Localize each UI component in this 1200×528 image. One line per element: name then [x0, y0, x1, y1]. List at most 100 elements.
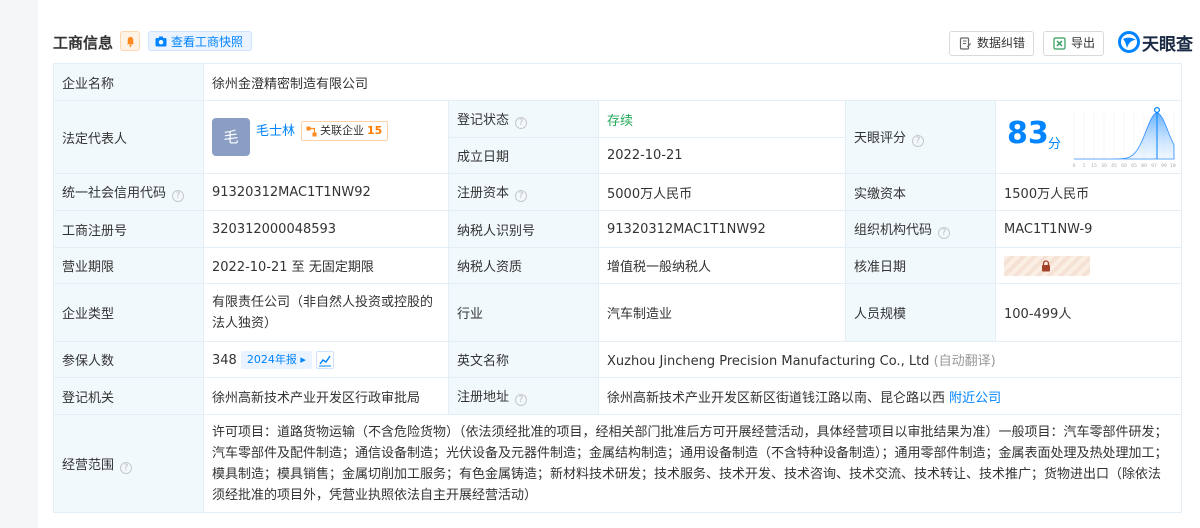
company-name-label: 企业名称 [53, 63, 204, 101]
camera-icon [155, 36, 167, 47]
credit-code-label: 统一社会信用代码 [62, 186, 167, 201]
excel-icon [1053, 37, 1066, 50]
related-companies-label: 关联企业 [320, 124, 365, 137]
rating-label-cell: 天眼评分? [845, 100, 996, 174]
table-row: 参保人数 348 2024年报 ▸ 英文名称 Xuzhou Jincheng Pr… [53, 341, 1183, 378]
auto-translate-note: (自动翻译) [933, 354, 996, 369]
tianyancha-logo: 天眼查 [1118, 30, 1193, 55]
reg-capital-value: 5000万人民币 [598, 173, 846, 211]
legal-rep-name-link[interactable]: 毛士林 [256, 124, 295, 139]
authority-value: 徐州高新技术产业开发区行政审批局 [203, 377, 449, 415]
scope-label: 经营范围 [62, 457, 115, 473]
related-companies-count: 15 [367, 124, 383, 137]
chart-tick-label: 80 [1141, 163, 1147, 169]
industry-value: 汽车制造业 [598, 283, 846, 342]
data-correction-button[interactable]: 数据纠错 [949, 31, 1035, 56]
insured-cell: 348 2024年报 ▸ [203, 341, 449, 378]
nearby-companies-link[interactable]: 附近公司 [949, 391, 1001, 406]
paid-capital-label: 实缴资本 [845, 173, 996, 211]
insured-value: 348 [212, 352, 237, 368]
reg-capital-label-cell: 注册资本? [448, 173, 599, 211]
english-name-value: Xuzhou Jincheng Precision Manufacturing … [607, 354, 930, 369]
legal-rep-label: 法定代表人 [53, 100, 204, 174]
chart-tick-label: 0 [1073, 163, 1076, 169]
taxpayer-qual-label: 纳税人资质 [448, 247, 599, 284]
help-icon[interactable]: ? [912, 135, 925, 147]
table-row: 法定代表人 毛毛士林 关联企业 15 登记状态? 存续 天眼评分? 83 分 011… [53, 100, 1183, 174]
authority-label: 登记机关 [53, 377, 204, 415]
help-icon[interactable]: ? [515, 394, 528, 406]
credit-code-value: 91320312MAC1T1NW92 [203, 173, 449, 211]
rating-distribution-chart: 0 1 15 30 45 60 65 80 97 99100 [1073, 107, 1176, 169]
reg-number-label: 工商注册号 [53, 210, 204, 248]
help-icon[interactable]: ? [120, 461, 133, 474]
annual-report-label: 2024年报 [246, 352, 297, 366]
table-row: 经营范围? 许可项目：道路货物运输（不含危险货物）（依法须经批准的项目，经相关部… [53, 414, 1183, 513]
annual-report-badge[interactable]: 2024年报 ▸ [240, 350, 312, 369]
help-icon[interactable]: ? [172, 190, 185, 202]
trend-chart-icon[interactable] [315, 350, 334, 369]
chart-tick-label: 100 [1170, 163, 1176, 169]
table-row: 营业期限 2022-10-21 至 无固定期限 纳税人资质 增值税一般纳税人 核… [53, 247, 1183, 284]
chart-tick-label: 30 [1101, 163, 1107, 169]
reg-status-label-cell: 登记状态? [448, 100, 599, 138]
chart-tick-label: 15 [1091, 163, 1097, 169]
section-header: 工商信息 查看工商快照 数据纠错 导出 天眼查 [38, 24, 1200, 58]
reg-status-value: 存续 [598, 100, 846, 138]
bell-icon[interactable] [120, 31, 140, 51]
staff-size-value: 100-499人 [994, 283, 1183, 342]
score-marker-dot [1154, 107, 1160, 113]
english-name-cell: Xuzhou Jincheng Precision Manufacturing … [597, 341, 1183, 378]
data-correction-label: 数据纠错 [977, 36, 1026, 50]
view-snapshot-label: 查看工商快照 [171, 35, 244, 49]
help-icon[interactable]: ? [938, 227, 951, 239]
export-button[interactable]: 导出 [1043, 31, 1105, 56]
chart-tick-label: 99 [1161, 163, 1167, 169]
help-icon[interactable]: ? [515, 190, 528, 202]
address-value: 徐州高新技术产业开发区新区街道钱江路以南、昆仑路以西 [607, 390, 946, 406]
approve-date-cell [994, 247, 1183, 284]
chart-tick-label: 60 [1121, 163, 1127, 169]
avatar[interactable]: 毛 [212, 118, 250, 156]
document-edit-icon [959, 37, 972, 50]
chart-tick-label: 65 [1131, 163, 1137, 169]
scope-label-cell: 经营范围? [53, 414, 204, 513]
address-label-cell: 注册地址? [448, 377, 599, 415]
term-value: 2022-10-21 至 无固定期限 [203, 247, 449, 284]
company-name-value: 徐州金澄精密制造有限公司 [202, 63, 1183, 101]
company-type-label: 企业类型 [53, 283, 204, 342]
approve-date-label: 核准日期 [845, 247, 996, 284]
section-title: 工商信息 [53, 34, 114, 52]
network-icon [306, 126, 317, 137]
business-info-table: 企业名称 徐州金澄精密制造有限公司 法定代表人 毛毛士林 关联企业 15 登记状态?… [53, 63, 1183, 513]
legal-rep-cell: 毛毛士林 关联企业 15 [203, 100, 449, 174]
org-code-value: MAC1T1NW-9 [994, 210, 1183, 248]
reg-capital-label: 注册资本 [457, 186, 510, 201]
credit-code-label-cell: 统一社会信用代码? [53, 173, 204, 211]
related-companies-badge[interactable]: 关联企业 15 [301, 121, 389, 141]
company-type-value: 有限责任公司（非自然人投资或控股的法人独资） [203, 283, 449, 342]
export-label: 导出 [1071, 36, 1096, 50]
logo-text: 天眼查 [1142, 34, 1193, 55]
table-row: 企业类型 有限责任公司（非自然人投资或控股的法人独资） 行业 汽车制造业 人员规… [53, 283, 1183, 342]
chart-tick-label: 45 [1111, 163, 1117, 169]
reg-number-value: 320312000048593 [203, 210, 449, 248]
table-row: 企业名称 徐州金澄精密制造有限公司 [53, 63, 1183, 101]
found-date-label: 成立日期 [448, 137, 599, 174]
found-date-value: 2022-10-21 [598, 137, 846, 174]
taxpayer-id-label: 纳税人识别号 [448, 210, 599, 248]
rating-label: 天眼评分 [854, 131, 907, 146]
chart-tick-label: 1 [1083, 163, 1086, 169]
rating-cell: 83 分 0 1 15 30 45 60 65 80 97 99100 [994, 100, 1183, 174]
view-snapshot-button[interactable]: 查看工商快照 [148, 31, 253, 51]
business-info-panel: 工商信息 查看工商快照 数据纠错 导出 天眼查 企业名称 徐州金澄精密制造有限公… [38, 0, 1200, 528]
staff-size-label: 人员规模 [845, 283, 996, 342]
table-row: 工商注册号 320312000048593 纳税人识别号 91320312MAC… [53, 210, 1183, 248]
logo-icon [1118, 31, 1140, 53]
rating-score: 83 [1007, 116, 1049, 151]
org-code-label: 组织机构代码 [854, 223, 933, 238]
address-label: 注册地址 [457, 390, 510, 405]
locked-value[interactable] [1004, 255, 1090, 276]
help-icon[interactable]: ? [515, 117, 528, 129]
english-name-label: 英文名称 [448, 341, 599, 378]
